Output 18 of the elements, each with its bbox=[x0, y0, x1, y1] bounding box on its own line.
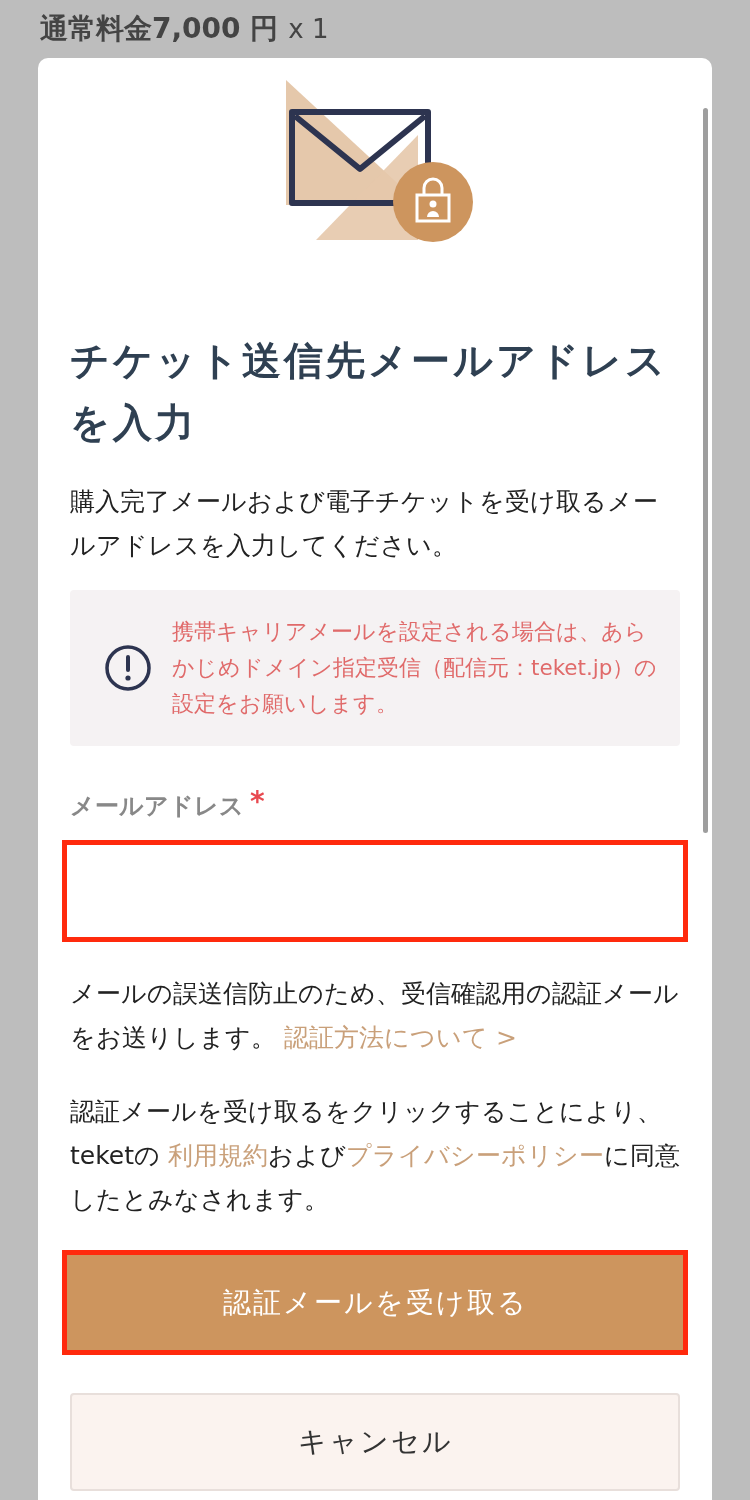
exclamation-icon bbox=[104, 644, 152, 692]
field-label: メールアドレス bbox=[70, 791, 244, 822]
price-text: 通常料金7,000 円 bbox=[40, 12, 279, 45]
verify-note: メールの誤送信防止のため、受信確認用の認証メールをお送りします。 認証方法について > bbox=[70, 978, 680, 1054]
link[interactable]: プライバシーポリシー bbox=[345, 1141, 604, 1170]
required-mark: * bbox=[250, 790, 265, 814]
quantity-text: x 1 bbox=[288, 14, 329, 44]
submit-button[interactable]: 認証メールを受け取る bbox=[62, 1250, 688, 1355]
email-field[interactable] bbox=[62, 840, 688, 942]
scrollbar[interactable] bbox=[703, 108, 708, 833]
intro-text: 購入完了メールおよび電子チケットを受け取るメールアドレスを入力してください。 bbox=[70, 486, 659, 562]
link[interactable]: 利用規約 bbox=[167, 1141, 268, 1170]
mail-lock-icon bbox=[286, 80, 476, 245]
link[interactable]: 認証方法について > bbox=[283, 1023, 517, 1052]
notice-text: 携帯キャリアメールを設定される場合は、あらかじめドメイン指定受信（配信元：teket.jp）の設定をお願いします。 bbox=[172, 618, 659, 718]
cancel-button[interactable]: キャンセル bbox=[70, 1393, 680, 1491]
dialog-title: チケット送信先メールアドレスを入力 bbox=[70, 337, 669, 447]
terms-text: 認証メールを受け取るをクリックすることにより、teketの 利用規約およびプライバシーポリシーに同意したとみなされます。 bbox=[70, 1096, 680, 1216]
